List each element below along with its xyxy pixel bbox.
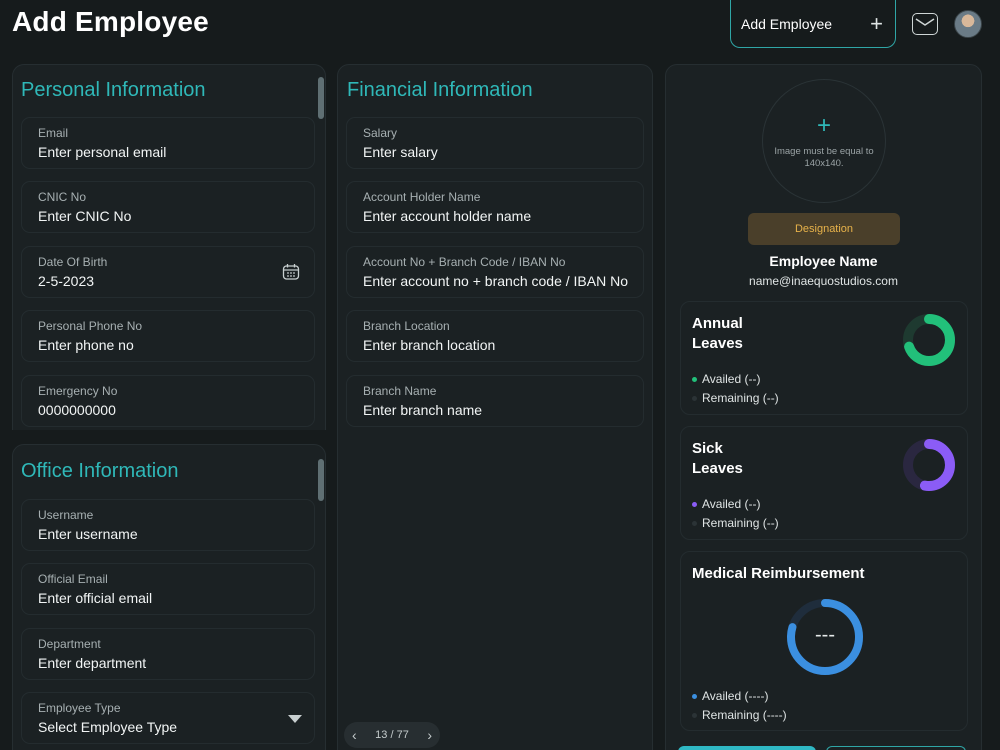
employee-email: name@inaequostudios.com [749, 274, 898, 288]
pager-text: 13 / 77 [375, 729, 409, 741]
field-label: CNIC No [38, 190, 87, 204]
email-field[interactable]: Email Enter personal email [21, 117, 315, 169]
remaining-dot [692, 395, 697, 401]
field-value: Enter account holder name [363, 208, 532, 224]
official-email-field[interactable]: Official Email Enter official email [21, 563, 315, 615]
sick-leaves-donut [903, 439, 955, 491]
personal-information-panel: Personal Information Email Enter persona… [12, 64, 326, 430]
field-value: Enter department [38, 655, 147, 671]
employee-type-select[interactable]: Employee Type Select Employee Type [21, 692, 315, 744]
page-title: Add Employee [12, 6, 209, 37]
chevron-down-icon[interactable] [288, 715, 302, 723]
financial-information-title: Financial Information [347, 79, 533, 101]
field-label: Salary [363, 126, 398, 140]
availed-dot [692, 693, 697, 699]
financial-information-panel: Financial Information Salary Enter salar… [337, 64, 653, 750]
sick-leaves-card: Sick Leaves Availed (--) Remaining (--) [680, 426, 968, 540]
annual-leaves-donut [903, 314, 955, 366]
remaining-dot [692, 712, 697, 718]
field-label: Branch Name [363, 384, 437, 398]
field-label: Employee Type [38, 701, 121, 715]
field-value: Enter branch location [363, 337, 496, 353]
date-of-birth-field[interactable]: Date Of Birth 2-5-2023 [21, 246, 315, 298]
field-label: Date Of Birth [38, 255, 108, 269]
field-label: Official Email [38, 572, 108, 586]
field-label: Personal Phone No [38, 319, 143, 333]
account-no-field[interactable]: Account No + Branch Code / IBAN No Enter… [346, 246, 644, 298]
photo-note: Image must be equal to 140x140. [774, 146, 874, 169]
field-value: Enter phone no [38, 337, 134, 353]
field-value: 2-5-2023 [38, 273, 95, 289]
cnic-field[interactable]: CNIC No Enter CNIC No [21, 181, 315, 233]
field-value: Enter username [38, 526, 138, 542]
designation-badge[interactable]: Designation [748, 213, 900, 245]
branch-location-field[interactable]: Branch Location Enter branch location [346, 310, 644, 362]
medical-center-value: --- [815, 624, 835, 646]
header-actions: Add Employee + [730, 0, 982, 48]
add-employee-button[interactable]: Add Employee + [730, 0, 896, 48]
salary-field[interactable]: Salary Enter salary [346, 117, 644, 169]
sick-leaves-title: Sick Leaves [692, 440, 743, 477]
sick-availed-legend: Availed (--) [692, 497, 760, 511]
chevron-right-icon[interactable]: › [427, 727, 432, 743]
add-employee-button-label: Add Employee [741, 15, 833, 32]
field-value: Enter account no + branch code / IBAN No [363, 273, 628, 289]
medical-availed-legend: Availed (----) [692, 689, 768, 703]
field-label: Email [38, 126, 69, 140]
branch-name-field[interactable]: Branch Name Enter branch name [346, 375, 644, 427]
plus-icon: + [870, 10, 883, 36]
field-value: Enter personal email [38, 144, 167, 160]
field-value: Select Employee Type [38, 719, 178, 735]
photo-upload[interactable]: + Image must be equal to 140x140. [762, 79, 886, 203]
field-label: Emergency No [38, 384, 118, 398]
field-value: 0000000000 [38, 402, 116, 418]
field-label: Account Holder Name [363, 190, 481, 204]
personal-scrollbar[interactable] [318, 77, 324, 119]
office-information-panel: Office Information Username Enter userna… [12, 444, 326, 750]
remaining-dot [692, 520, 697, 526]
field-value: Enter salary [363, 144, 438, 160]
availed-dot [692, 376, 697, 382]
field-label: Username [38, 508, 94, 522]
employee-name: Employee Name [769, 253, 878, 269]
office-scrollbar[interactable] [318, 459, 324, 501]
calendar-icon[interactable] [282, 263, 300, 281]
page-pager: ‹ 13 / 77 › [344, 722, 440, 748]
annual-leaves-card: Annual Leaves Availed (--) Remaining (--… [680, 301, 968, 415]
personal-information-title: Personal Information [21, 79, 206, 101]
medical-remaining-legend: Remaining (----) [692, 708, 787, 722]
personal-phone-field[interactable]: Personal Phone No Enter phone no [21, 310, 315, 362]
avatar[interactable] [954, 10, 982, 38]
availed-dot [692, 501, 697, 507]
field-value: Enter branch name [363, 402, 483, 418]
field-label: Account No + Branch Code / IBAN No [363, 255, 566, 269]
annual-availed-legend: Availed (--) [692, 372, 760, 386]
medical-reimbursement-card: Medical Reimbursement --- Availed (----)… [680, 551, 968, 731]
username-field[interactable]: Username Enter username [21, 499, 315, 551]
field-label: Branch Location [363, 319, 450, 333]
emergency-no-field[interactable]: Emergency No 0000000000 [21, 375, 315, 427]
field-value: Enter CNIC No [38, 208, 132, 224]
profile-panel: + Image must be equal to 140x140. Design… [665, 64, 982, 750]
chevron-left-icon[interactable]: ‹ [352, 727, 357, 743]
medical-reimbursement-title: Medical Reimbursement [692, 565, 865, 582]
mail-icon[interactable] [912, 13, 938, 35]
field-value: Enter official email [38, 590, 153, 606]
annual-leaves-title: Annual Leaves [692, 315, 743, 352]
account-holder-name-field[interactable]: Account Holder Name Enter account holder… [346, 181, 644, 233]
sick-remaining-legend: Remaining (--) [692, 516, 779, 530]
cancel-button[interactable] [826, 746, 966, 750]
department-field[interactable]: Department Enter department [21, 628, 315, 680]
annual-remaining-legend: Remaining (--) [692, 391, 779, 405]
save-button[interactable] [678, 746, 816, 750]
field-label: Department [38, 637, 101, 651]
plus-icon: + [816, 112, 831, 139]
office-information-title: Office Information [21, 460, 179, 482]
